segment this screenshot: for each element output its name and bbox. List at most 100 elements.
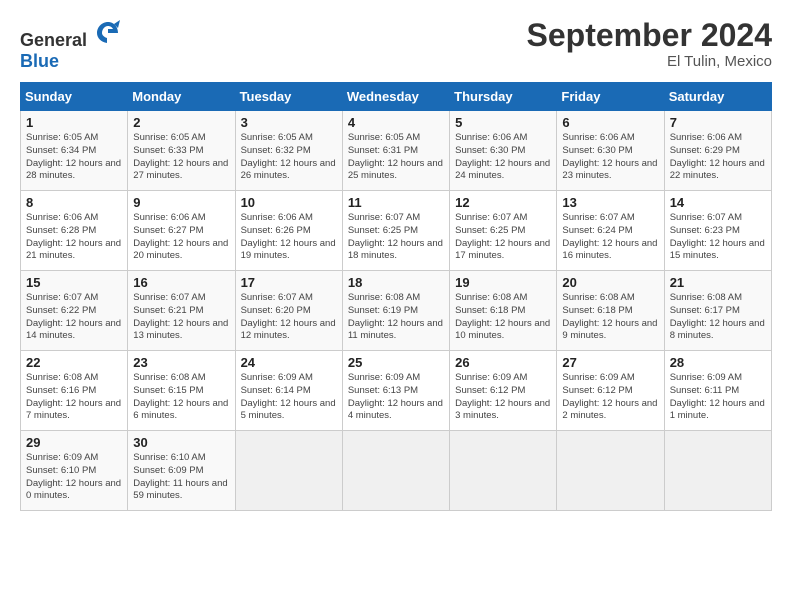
cell-content: Sunrise: 6:07 AMSunset: 6:23 PMDaylight:… — [670, 212, 765, 261]
calendar-cell: 3Sunrise: 6:05 AMSunset: 6:32 PMDaylight… — [235, 111, 342, 191]
cell-content: Sunrise: 6:08 AMSunset: 6:16 PMDaylight:… — [26, 372, 121, 421]
cell-content: Sunrise: 6:05 AMSunset: 6:34 PMDaylight:… — [26, 132, 121, 181]
calendar-cell: 25 Sunrise: 6:09 AMSunset: 6:13 PMDayligh… — [342, 351, 449, 431]
day-number: 14 — [670, 195, 766, 210]
cell-content: Sunrise: 6:09 AMSunset: 6:10 PMDaylight:… — [26, 452, 121, 501]
day-number: 9 — [133, 195, 229, 210]
calendar-cell: 13 Sunrise: 6:07 AMSunset: 6:24 PMDayligh… — [557, 191, 664, 271]
calendar-cell: 30Sunrise: 6:10 AMSunset: 6:09 PMDayligh… — [128, 431, 235, 511]
calendar-cell: 29 Sunrise: 6:09 AMSunset: 6:10 PMDayligh… — [21, 431, 128, 511]
page: General Blue September 2024 El Tulin, Me… — [0, 0, 792, 521]
cell-content: Sunrise: 6:07 AMSunset: 6:21 PMDaylight:… — [133, 292, 228, 341]
day-number: 25 — [348, 355, 444, 370]
cell-content: Sunrise: 6:05 AMSunset: 6:33 PMDaylight:… — [133, 132, 228, 181]
calendar-cell: 15Sunrise: 6:07 AMSunset: 6:22 PMDayligh… — [21, 271, 128, 351]
day-number: 27 — [562, 355, 658, 370]
header-cell-tuesday: Tuesday — [235, 83, 342, 111]
cell-content: Sunrise: 6:09 AMSunset: 6:13 PMDaylight:… — [348, 372, 443, 421]
day-number: 19 — [455, 275, 551, 290]
cell-content: Sunrise: 6:07 AMSunset: 6:22 PMDaylight:… — [26, 292, 121, 341]
month-title: September 2024 — [527, 18, 772, 53]
day-number: 4 — [348, 115, 444, 130]
day-number: 20 — [562, 275, 658, 290]
header-cell-monday: Monday — [128, 83, 235, 111]
calendar-cell: 10Sunrise: 6:06 AMSunset: 6:26 PMDayligh… — [235, 191, 342, 271]
calendar-cell: 17Sunrise: 6:07 AMSunset: 6:20 PMDayligh… — [235, 271, 342, 351]
cell-content: Sunrise: 6:06 AMSunset: 6:30 PMDaylight:… — [455, 132, 550, 181]
logo-text: General Blue — [20, 18, 122, 72]
header-row: SundayMondayTuesdayWednesdayThursdayFrid… — [21, 83, 772, 111]
cell-content: Sunrise: 6:08 AMSunset: 6:15 PMDaylight:… — [133, 372, 228, 421]
calendar-cell: 24 Sunrise: 6:09 AMSunset: 6:14 PMDayligh… — [235, 351, 342, 431]
day-number: 22 — [26, 355, 122, 370]
header-cell-friday: Friday — [557, 83, 664, 111]
calendar-cell — [664, 431, 771, 511]
day-number: 23 — [133, 355, 229, 370]
calendar-cell — [557, 431, 664, 511]
day-number: 30 — [133, 435, 229, 450]
calendar-cell: 18Sunrise: 6:08 AMSunset: 6:19 PMDayligh… — [342, 271, 449, 351]
calendar-cell: 23 Sunrise: 6:08 AMSunset: 6:15 PMDayligh… — [128, 351, 235, 431]
calendar-cell: 9 Sunrise: 6:06 AMSunset: 6:27 PMDaylight… — [128, 191, 235, 271]
cell-content: Sunrise: 6:06 AMSunset: 6:26 PMDaylight:… — [241, 212, 336, 261]
day-number: 2 — [133, 115, 229, 130]
calendar-cell: 27 Sunrise: 6:09 AMSunset: 6:12 PMDayligh… — [557, 351, 664, 431]
header-cell-sunday: Sunday — [21, 83, 128, 111]
logo-general: General — [20, 30, 87, 50]
calendar-row: 29 Sunrise: 6:09 AMSunset: 6:10 PMDayligh… — [21, 431, 772, 511]
day-number: 6 — [562, 115, 658, 130]
header-cell-wednesday: Wednesday — [342, 83, 449, 111]
day-number: 13 — [562, 195, 658, 210]
cell-content: Sunrise: 6:06 AMSunset: 6:30 PMDaylight:… — [562, 132, 657, 181]
cell-content: Sunrise: 6:09 AMSunset: 6:12 PMDaylight:… — [562, 372, 657, 421]
calendar-row: 1Sunrise: 6:05 AMSunset: 6:34 PMDaylight… — [21, 111, 772, 191]
calendar-cell: 22 Sunrise: 6:08 AMSunset: 6:16 PMDayligh… — [21, 351, 128, 431]
calendar-row: 15Sunrise: 6:07 AMSunset: 6:22 PMDayligh… — [21, 271, 772, 351]
cell-content: Sunrise: 6:07 AMSunset: 6:25 PMDaylight:… — [348, 212, 443, 261]
cell-content: Sunrise: 6:06 AMSunset: 6:29 PMDaylight:… — [670, 132, 765, 181]
header-cell-saturday: Saturday — [664, 83, 771, 111]
calendar-cell: 11 Sunrise: 6:07 AMSunset: 6:25 PMDayligh… — [342, 191, 449, 271]
calendar-cell: 28Sunrise: 6:09 AMSunset: 6:11 PMDayligh… — [664, 351, 771, 431]
calendar-cell: 6 Sunrise: 6:06 AMSunset: 6:30 PMDaylight… — [557, 111, 664, 191]
calendar-cell: 7 Sunrise: 6:06 AMSunset: 6:29 PMDaylight… — [664, 111, 771, 191]
calendar-cell: 16Sunrise: 6:07 AMSunset: 6:21 PMDayligh… — [128, 271, 235, 351]
calendar-cell: 8 Sunrise: 6:06 AMSunset: 6:28 PMDaylight… — [21, 191, 128, 271]
calendar-cell: 12 Sunrise: 6:07 AMSunset: 6:25 PMDayligh… — [450, 191, 557, 271]
day-number: 28 — [670, 355, 766, 370]
day-number: 7 — [670, 115, 766, 130]
calendar-row: 8 Sunrise: 6:06 AMSunset: 6:28 PMDaylight… — [21, 191, 772, 271]
cell-content: Sunrise: 6:08 AMSunset: 6:18 PMDaylight:… — [562, 292, 657, 341]
header-cell-thursday: Thursday — [450, 83, 557, 111]
title-block: September 2024 El Tulin, Mexico — [527, 18, 772, 70]
logo-icon — [94, 18, 122, 46]
cell-content: Sunrise: 6:06 AMSunset: 6:28 PMDaylight:… — [26, 212, 121, 261]
cell-content: Sunrise: 6:09 AMSunset: 6:14 PMDaylight:… — [241, 372, 336, 421]
calendar-cell — [450, 431, 557, 511]
calendar-cell: 14 Sunrise: 6:07 AMSunset: 6:23 PMDayligh… — [664, 191, 771, 271]
calendar-cell — [342, 431, 449, 511]
location: El Tulin, Mexico — [527, 53, 772, 70]
day-number: 29 — [26, 435, 122, 450]
day-number: 24 — [241, 355, 337, 370]
cell-content: Sunrise: 6:08 AMSunset: 6:18 PMDaylight:… — [455, 292, 550, 341]
cell-content: Sunrise: 6:08 AMSunset: 6:17 PMDaylight:… — [670, 292, 765, 341]
cell-content: Sunrise: 6:05 AMSunset: 6:31 PMDaylight:… — [348, 132, 443, 181]
cell-content: Sunrise: 6:07 AMSunset: 6:25 PMDaylight:… — [455, 212, 550, 261]
calendar-cell: 19 Sunrise: 6:08 AMSunset: 6:18 PMDayligh… — [450, 271, 557, 351]
calendar-cell: 5 Sunrise: 6:06 AMSunset: 6:30 PMDaylight… — [450, 111, 557, 191]
cell-content: Sunrise: 6:06 AMSunset: 6:27 PMDaylight:… — [133, 212, 228, 261]
cell-content: Sunrise: 6:07 AMSunset: 6:20 PMDaylight:… — [241, 292, 336, 341]
calendar-cell: 26Sunrise: 6:09 AMSunset: 6:12 PMDayligh… — [450, 351, 557, 431]
calendar-cell: 1Sunrise: 6:05 AMSunset: 6:34 PMDaylight… — [21, 111, 128, 191]
cell-content: Sunrise: 6:07 AMSunset: 6:24 PMDaylight:… — [562, 212, 657, 261]
day-number: 5 — [455, 115, 551, 130]
cell-content: Sunrise: 6:05 AMSunset: 6:32 PMDaylight:… — [241, 132, 336, 181]
day-number: 12 — [455, 195, 551, 210]
logo: General Blue — [20, 18, 122, 72]
calendar-cell: 20 Sunrise: 6:08 AMSunset: 6:18 PMDayligh… — [557, 271, 664, 351]
calendar-cell — [235, 431, 342, 511]
day-number: 11 — [348, 195, 444, 210]
day-number: 8 — [26, 195, 122, 210]
header: General Blue September 2024 El Tulin, Me… — [20, 18, 772, 72]
